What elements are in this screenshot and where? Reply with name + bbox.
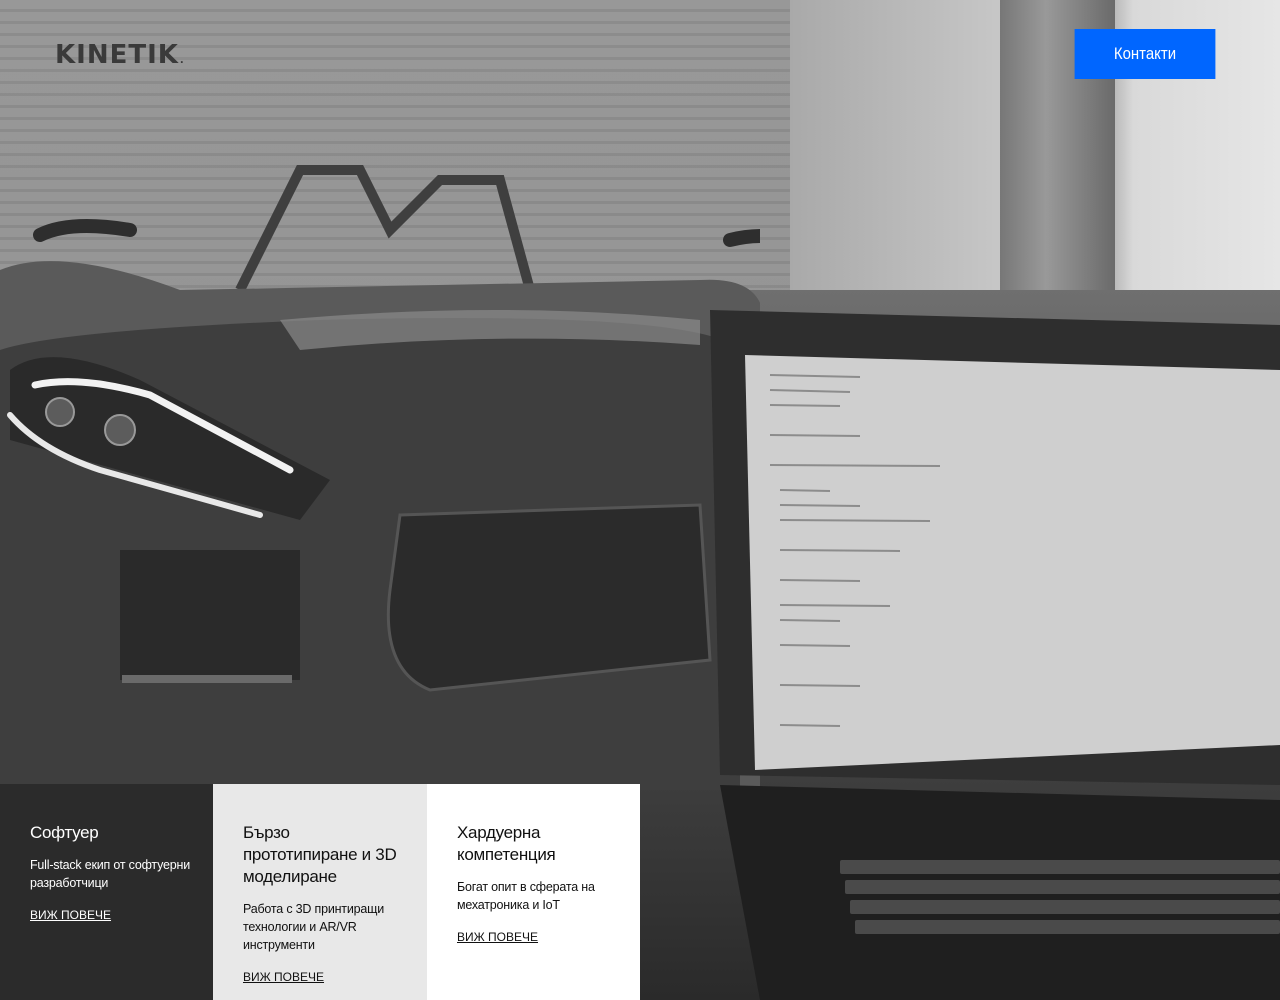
see-more-link-software[interactable]: ВИЖ ПОВЕЧЕ: [30, 908, 111, 922]
card-hardware: Хардуерна компетенция Богат опит в сфера…: [427, 784, 640, 1000]
see-more-link-hardware[interactable]: ВИЖ ПОВЕЧЕ: [457, 930, 538, 944]
car-image: [0, 165, 760, 790]
card-title: Хардуерна компетенция: [457, 823, 556, 864]
contacts-button[interactable]: Контакти: [1074, 29, 1216, 79]
services-cards: Софтуер Full-stack екип от софтуерни раз…: [0, 784, 640, 1000]
logo-mark: .: [179, 55, 185, 66]
hero-section: KINETIK. Контакти Софтуер Full-stack еки…: [0, 0, 1280, 1000]
laptop-image: [710, 310, 1280, 1000]
kinetik-logo[interactable]: KINETIK.: [55, 40, 185, 70]
card-title: Софтуер: [30, 823, 99, 842]
logo-text: KINETIK: [55, 40, 179, 70]
card-description: Богат опит в сферата на мехатроника и Io…: [457, 880, 595, 912]
see-more-link-prototyping[interactable]: ВИЖ ПОВЕЧЕ: [243, 970, 324, 984]
card-title: Бързо прототипиране и 3D моделиране: [243, 823, 397, 886]
card-description: Full-stack екип от софтуерни разработчиц…: [30, 858, 190, 890]
card-software: Софтуер Full-stack екип от софтуерни раз…: [0, 784, 213, 1000]
card-description: Работа с 3D принтиращи технологии и AR/V…: [243, 902, 384, 952]
card-prototyping: Бързо прототипиране и 3D моделиране Рабо…: [213, 784, 427, 1000]
